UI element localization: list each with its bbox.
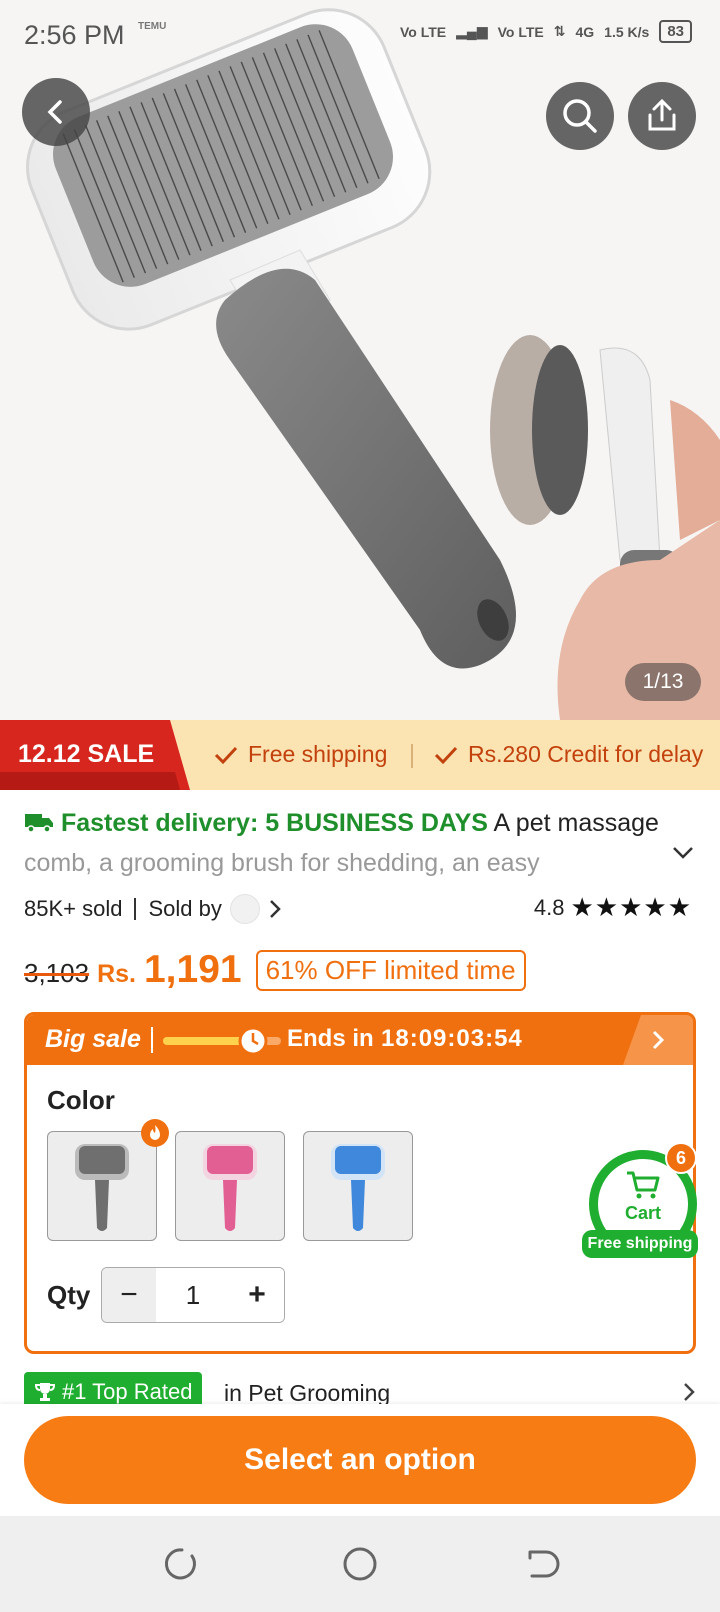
product-image-gallery[interactable]: 2:56 PM TEMU Vo LTE ▂▄▆ Vo LTE ⇅ 4G 1.5 … xyxy=(0,0,720,720)
share-icon xyxy=(648,98,676,131)
color-swatch-gray[interactable] xyxy=(47,1131,157,1241)
status-bar: 2:56 PM TEMU Vo LTE ▂▄▆ Vo LTE ⇅ 4G 1.5 … xyxy=(0,0,720,70)
header-divider xyxy=(151,1027,153,1053)
cart-free-shipping: Free shipping xyxy=(582,1230,698,1258)
recent-apps-icon[interactable] xyxy=(160,1544,200,1584)
qty-label: Qty xyxy=(47,1280,91,1310)
brush-thumbnail-gray xyxy=(75,1144,129,1231)
search-icon xyxy=(563,99,597,133)
cart-icon xyxy=(627,1171,660,1199)
star-rating: ★★★★★ xyxy=(570,892,692,922)
image-counter: 1/13 xyxy=(625,663,701,701)
back-nav-icon[interactable] xyxy=(520,1544,560,1584)
status-app-label: TEMU xyxy=(138,21,167,32)
cart-count-badge: 6 xyxy=(665,1142,697,1174)
clock-icon xyxy=(238,1026,268,1056)
volte-label-1: Vo LTE xyxy=(399,23,447,40)
free-shipping-label: Free shipping xyxy=(248,741,388,767)
network-type-label: 4G xyxy=(575,23,595,40)
top-rated-label: #1 Top Rated xyxy=(62,1379,193,1404)
meta-divider xyxy=(134,898,137,920)
original-price: 3,103 xyxy=(24,958,90,988)
chevron-right-icon xyxy=(652,1030,665,1050)
trophy-icon xyxy=(34,1383,56,1401)
title-line2: comb, a grooming brush for shedding, an … xyxy=(24,849,540,877)
check-icon xyxy=(434,746,458,764)
back-button[interactable] xyxy=(22,78,90,146)
rating-value: 4.8 xyxy=(533,894,565,920)
brush-thumbnail-blue xyxy=(331,1144,385,1231)
ends-in-label: Ends in xyxy=(287,1025,374,1052)
current-price: 1,191 xyxy=(143,948,242,991)
signal-icon: ▂▄▆ xyxy=(456,23,488,39)
quantity-stepper: − 1 + xyxy=(101,1267,285,1323)
home-icon[interactable] xyxy=(340,1544,380,1584)
qty-value[interactable]: 1 xyxy=(156,1268,230,1322)
floating-cart-button[interactable]: Cart Free shipping 6 xyxy=(582,1142,703,1258)
status-icons: Vo LTE ▂▄▆ Vo LTE ⇅ 4G 1.5 K/s 83 xyxy=(400,20,692,43)
check-icon xyxy=(214,746,238,764)
strip-divider xyxy=(411,744,413,768)
title-line1: A pet massage xyxy=(487,809,659,837)
sold-count: 85K+ sold xyxy=(24,896,123,921)
price-row: 3,103 Rs. 1,191 61% OFF limited time xyxy=(24,948,526,992)
rating-row[interactable]: 4.8 ★★★★★ xyxy=(534,892,692,923)
volte-label-2: Vo LTE xyxy=(497,23,544,40)
share-button[interactable] xyxy=(628,82,696,150)
product-title[interactable]: Fastest delivery: 5 BUSINESS DAYS A pet … xyxy=(24,803,699,883)
delay-credit-label: Rs.280 Credit for delay xyxy=(468,741,704,767)
promo-strip[interactable]: 12.12 SALE Free shipping Rs.280 Credit f… xyxy=(0,720,720,790)
status-time: 2:56 PM xyxy=(24,20,125,50)
delivery-text: Fastest delivery: 5 BUSINESS DAYS xyxy=(60,809,488,837)
decrease-qty-button[interactable]: − xyxy=(102,1268,156,1322)
sales-seller-row[interactable]: 85K+ sold Sold by xyxy=(24,894,282,924)
countdown-timer: 18:09:03:54 xyxy=(381,1025,523,1052)
sale-details-arrow[interactable] xyxy=(623,1015,693,1065)
increase-qty-button[interactable]: + xyxy=(230,1268,284,1322)
fire-icon xyxy=(141,1119,169,1147)
sold-by-label: Sold by xyxy=(148,896,222,921)
delivery-truck-icon xyxy=(25,814,53,833)
currency-symbol: Rs. xyxy=(97,960,136,988)
battery-level: 83 xyxy=(659,20,692,43)
color-swatch-pink[interactable] xyxy=(175,1131,285,1241)
big-sale-header[interactable]: Big sale Ends in 18:09:03:54 xyxy=(27,1015,693,1065)
net-speed-label: 1.5 K/s xyxy=(604,23,650,40)
chevron-left-icon xyxy=(47,100,62,124)
delay-credit-benefit: Rs.280 Credit for delay xyxy=(434,741,703,768)
top-rated-row[interactable]: #1 Top Rated in Pet Grooming xyxy=(24,1372,696,1408)
free-shipping-benefit: Free shipping xyxy=(214,741,387,768)
brush-thumbnail-pink xyxy=(203,1144,257,1231)
bottom-action-bar: Select an option xyxy=(0,1404,720,1516)
cart-label: Cart xyxy=(624,1203,661,1223)
chevron-right-icon xyxy=(684,1383,695,1401)
discount-badge: 61% OFF limited time xyxy=(255,949,526,991)
seller-logo[interactable] xyxy=(229,894,260,924)
color-label: Color xyxy=(47,1085,115,1115)
search-button[interactable] xyxy=(546,82,614,150)
sale-label: 12.12 SALE xyxy=(18,740,155,768)
big-sale-label: Big sale xyxy=(45,1025,141,1053)
rank-category: in Pet Grooming xyxy=(224,1380,391,1406)
select-option-button[interactable]: Select an option xyxy=(24,1416,696,1504)
chevron-down-icon[interactable] xyxy=(672,846,694,860)
top-rated-badge: #1 Top Rated xyxy=(24,1372,203,1408)
chevron-right-icon xyxy=(269,900,281,918)
color-swatch-blue[interactable] xyxy=(303,1131,413,1241)
data-arrows-icon: ⇅ xyxy=(553,23,566,39)
system-navigation-bar xyxy=(0,1516,720,1612)
